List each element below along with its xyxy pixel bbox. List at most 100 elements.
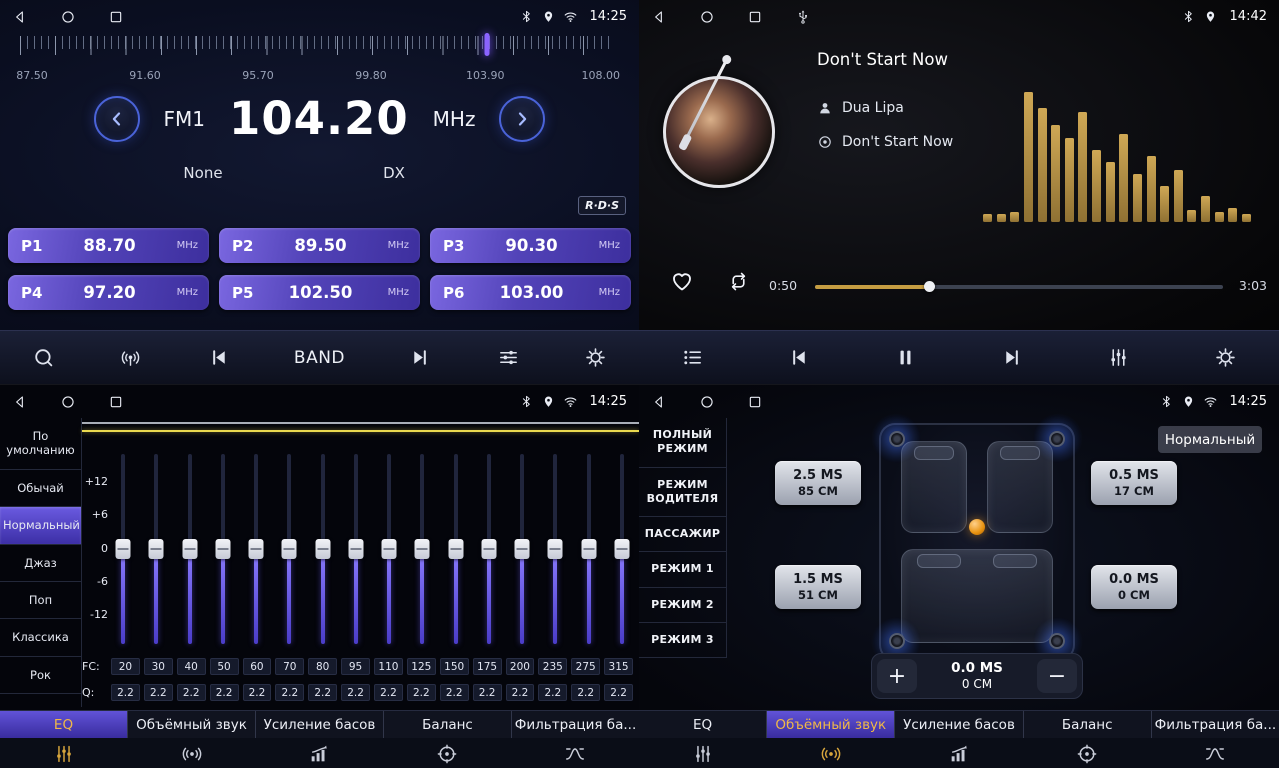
eq-preset-item[interactable]: Обычай [0, 470, 81, 507]
surround-tab-icon[interactable] [128, 738, 256, 768]
tab-balance[interactable]: Баланс [384, 711, 512, 738]
front-right-speaker-icon[interactable] [1049, 431, 1065, 447]
eq-tab-icon[interactable] [639, 738, 767, 768]
home-icon[interactable] [60, 9, 76, 25]
previous-track-button[interactable] [787, 346, 810, 369]
recents-icon[interactable] [747, 9, 763, 25]
slider-knob[interactable] [581, 539, 596, 559]
eq-band-slider[interactable] [347, 454, 365, 644]
preset-button-p3[interactable]: P390.30MHz [430, 228, 631, 263]
eq-preset-item[interactable]: Джаз [0, 545, 81, 582]
slider-knob[interactable] [315, 539, 330, 559]
slider-knob[interactable] [614, 539, 629, 559]
slider-knob[interactable] [348, 539, 363, 559]
decrease-delay-button[interactable]: − [1037, 659, 1077, 693]
frequency-ruler[interactable]: 87.5091.6095.7099.80103.90108.00 [14, 36, 620, 82]
surround-mode-5[interactable]: РЕЖИМ 2 [639, 588, 726, 623]
preset-button-p1[interactable]: P188.70MHz [8, 228, 209, 263]
increase-delay-button[interactable]: + [877, 659, 917, 693]
back-icon[interactable] [651, 9, 667, 25]
auto-scan-button[interactable] [119, 346, 142, 369]
slider-knob[interactable] [382, 539, 397, 559]
recents-icon[interactable] [108, 394, 124, 410]
eq-tab-icon[interactable] [0, 738, 128, 768]
tab-balance[interactable]: Баланс [1024, 711, 1152, 738]
listening-position-marker[interactable] [969, 519, 985, 535]
tune-down-button[interactable] [94, 96, 140, 142]
eq-band-slider[interactable] [546, 454, 564, 644]
slider-knob[interactable] [548, 539, 563, 559]
bass-tab-icon[interactable] [895, 738, 1023, 768]
front-left-speaker-icon[interactable] [889, 431, 905, 447]
filter-tab-icon[interactable] [511, 738, 639, 768]
rear-right-speaker-icon[interactable] [1049, 633, 1065, 649]
repeat-button[interactable] [727, 270, 750, 293]
eq-band-slider[interactable] [380, 454, 398, 644]
slider-knob[interactable] [149, 539, 164, 559]
favorite-heart-button[interactable] [669, 268, 695, 294]
home-icon[interactable] [60, 394, 76, 410]
tab-surround[interactable]: Объёмный звук [128, 711, 256, 738]
slider-knob[interactable] [282, 539, 297, 559]
slider-knob[interactable] [515, 539, 530, 559]
eq-band-slider[interactable] [280, 454, 298, 644]
slider-knob[interactable] [249, 539, 264, 559]
tab-surround[interactable]: Объёмный звук [767, 711, 895, 738]
recents-icon[interactable] [108, 9, 124, 25]
preset-button-p4[interactable]: P497.20MHz [8, 275, 209, 310]
eq-band-slider[interactable] [147, 454, 165, 644]
eq-band-slider[interactable] [480, 454, 498, 644]
slider-knob[interactable] [481, 539, 496, 559]
eq-band-slider[interactable] [181, 454, 199, 644]
profile-button[interactable]: Нормальный [1158, 426, 1262, 453]
eq-preset-item[interactable]: Поп [0, 582, 81, 619]
tab-eq[interactable]: EQ [0, 711, 128, 738]
tab-filter[interactable]: Фильтрация ба... [1152, 711, 1279, 738]
slider-knob[interactable] [116, 539, 131, 559]
back-icon[interactable] [12, 9, 28, 25]
eq-preset-item[interactable]: Рок [0, 657, 81, 694]
settings-button[interactable] [584, 346, 607, 369]
frequency-pointer[interactable] [484, 33, 489, 56]
surround-mode-1[interactable]: ПОЛНЫЙ РЕЖИМ [639, 418, 726, 468]
eq-band-slider[interactable] [114, 454, 132, 644]
audio-settings-button[interactable] [497, 346, 520, 369]
slider-knob[interactable] [448, 539, 463, 559]
home-icon[interactable] [699, 9, 715, 25]
previous-station-button[interactable] [207, 346, 230, 369]
rear-left-speaker-icon[interactable] [889, 633, 905, 649]
progress-slider[interactable] [815, 285, 1223, 289]
progress-knob[interactable] [924, 281, 935, 292]
slider-knob[interactable] [215, 539, 230, 559]
eq-band-slider[interactable] [247, 454, 265, 644]
recents-icon[interactable] [747, 394, 763, 410]
filter-tab-icon[interactable] [1151, 738, 1279, 768]
surround-mode-3[interactable]: ПАССАЖИР [639, 517, 726, 552]
back-icon[interactable] [651, 394, 667, 410]
eq-preset-item[interactable]: Классика [0, 619, 81, 656]
eq-preset-item[interactable]: Нормальный [0, 507, 81, 544]
preset-button-p6[interactable]: P6103.00MHz [430, 275, 631, 310]
surround-mode-4[interactable]: РЕЖИМ 1 [639, 552, 726, 587]
slider-knob[interactable] [182, 539, 197, 559]
eq-band-slider[interactable] [613, 454, 631, 644]
bass-tab-icon[interactable] [256, 738, 384, 768]
tab-bass[interactable]: Усиление басов [895, 711, 1023, 738]
tab-filter[interactable]: Фильтрация ба... [512, 711, 639, 738]
settings-button[interactable] [1214, 346, 1237, 369]
eq-band-slider[interactable] [513, 454, 531, 644]
eq-preset-item[interactable]: По умолчанию [0, 418, 81, 470]
eq-band-slider[interactable] [314, 454, 332, 644]
preset-button-p5[interactable]: P5102.50MHz [219, 275, 420, 310]
tab-eq[interactable]: EQ [639, 711, 767, 738]
preset-button-p2[interactable]: P289.50MHz [219, 228, 420, 263]
tab-bass[interactable]: Усиление басов [256, 711, 384, 738]
pause-button[interactable] [894, 346, 917, 369]
surround-mode-2[interactable]: РЕЖИМ ВОДИТЕЛЯ [639, 468, 726, 518]
surround-tab-icon[interactable] [767, 738, 895, 768]
back-icon[interactable] [12, 394, 28, 410]
audio-settings-button[interactable] [1107, 346, 1130, 369]
surround-mode-6[interactable]: РЕЖИМ 3 [639, 623, 726, 658]
eq-band-slider[interactable] [413, 454, 431, 644]
search-button[interactable] [32, 346, 55, 369]
